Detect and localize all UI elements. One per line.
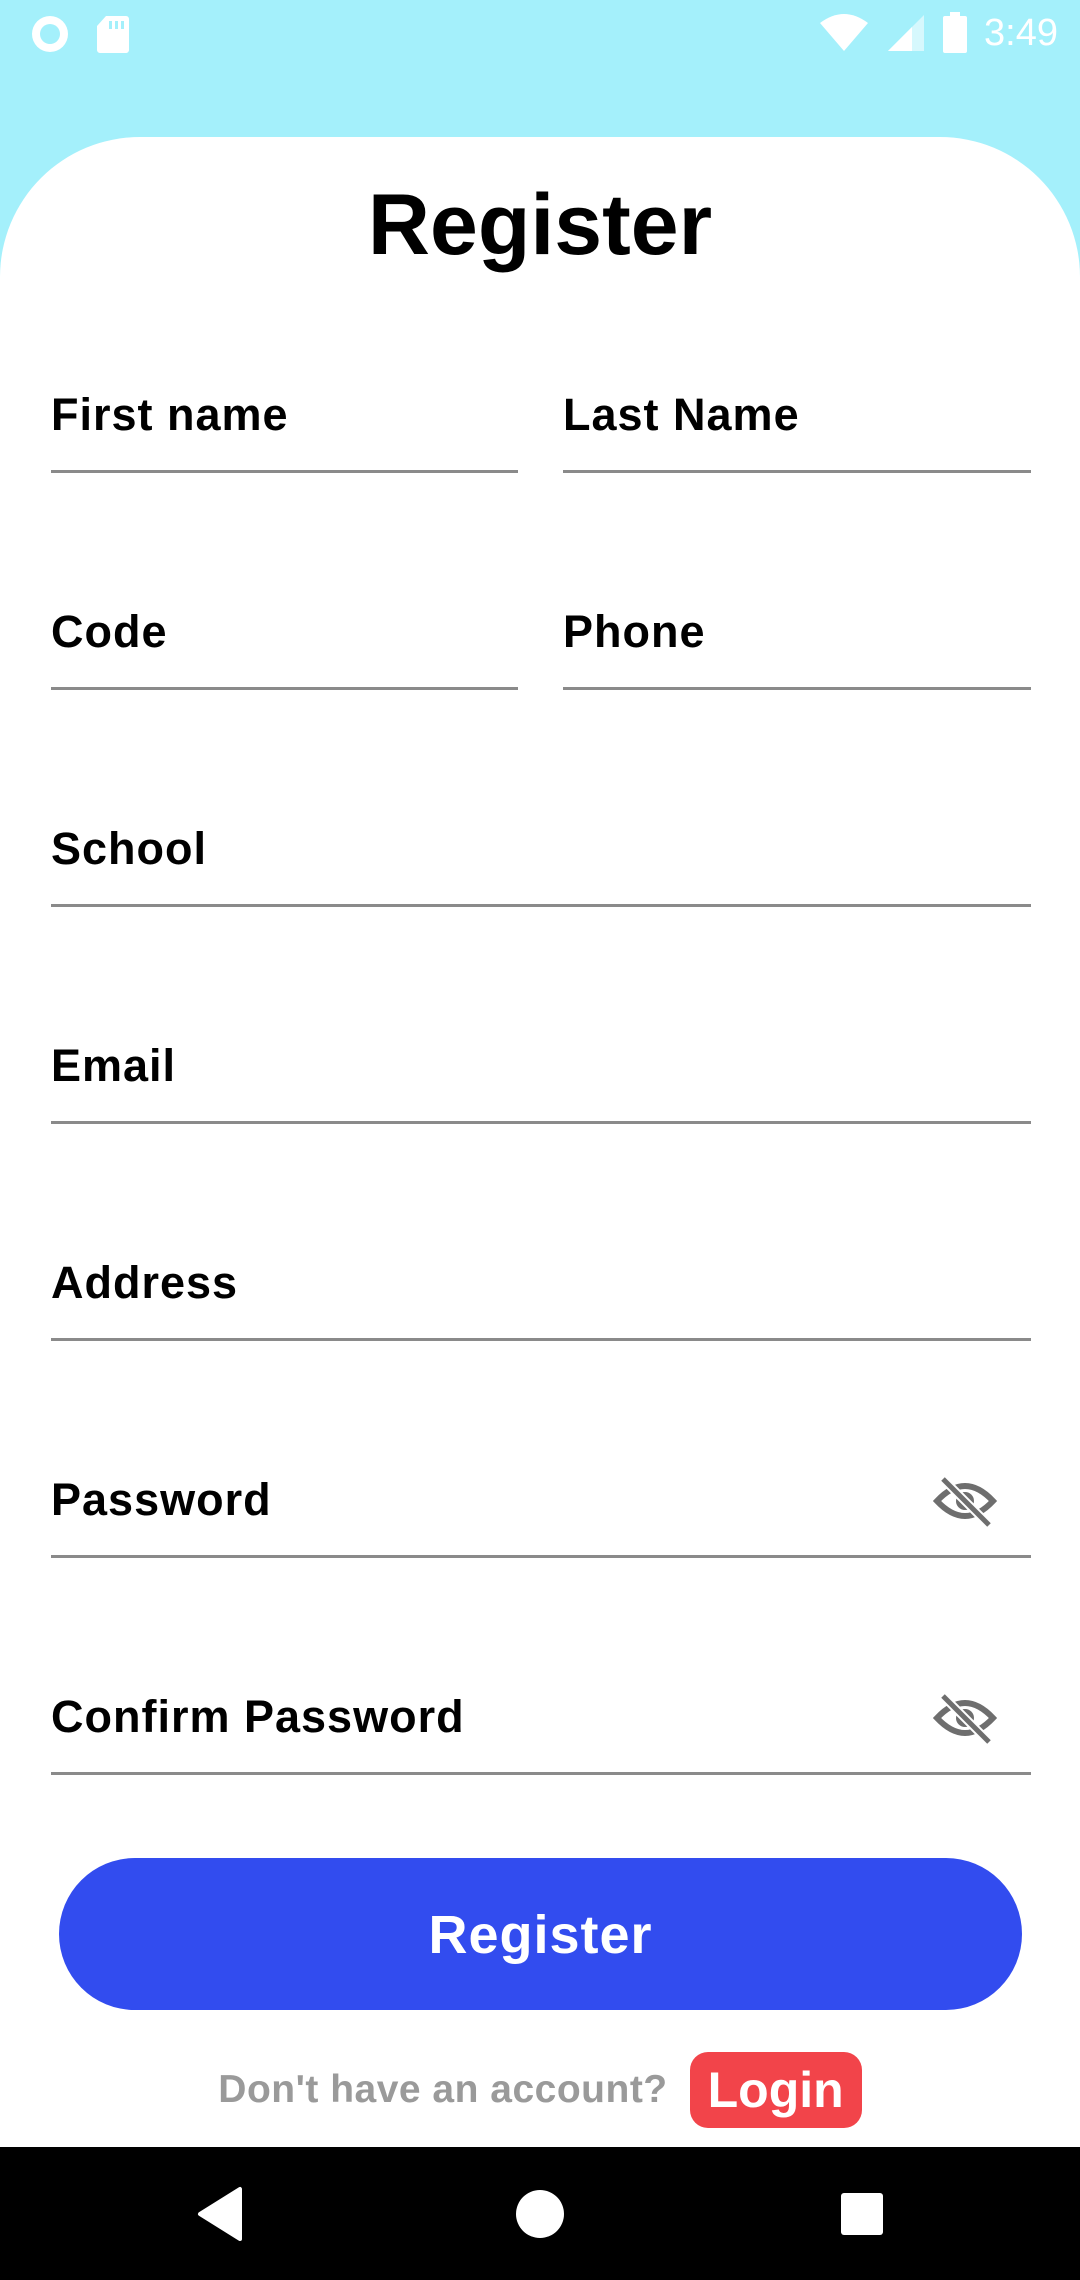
eye-off-icon[interactable] — [933, 1475, 997, 1527]
navigation-bar — [0, 2147, 1080, 2280]
status-left-icons — [30, 14, 130, 54]
status-clock: 3:49 — [984, 12, 1058, 54]
last-name-field[interactable]: Last Name — [563, 380, 1031, 473]
address-field[interactable]: Address — [51, 1248, 1031, 1341]
code-field[interactable]: Code — [51, 597, 518, 690]
wifi-icon — [820, 14, 869, 51]
code-label: Code — [51, 606, 168, 657]
register-button[interactable]: Register — [59, 1858, 1022, 2010]
password-label: Password — [51, 1474, 272, 1525]
first-name-field[interactable]: First name — [51, 380, 518, 473]
login-link[interactable]: Login — [689, 2052, 862, 2128]
address-label: Address — [51, 1257, 239, 1308]
school-field[interactable]: School — [51, 814, 1031, 907]
email-label: Email — [51, 1040, 177, 1091]
status-bar: 3:49 — [0, 0, 1080, 66]
home-icon[interactable] — [511, 2185, 569, 2243]
battery-icon — [943, 12, 968, 53]
confirm-password-label: Confirm Password — [51, 1691, 465, 1742]
page-title: Register — [367, 177, 713, 273]
record-icon — [32, 16, 68, 52]
eye-off-icon[interactable] — [933, 1692, 997, 1744]
signal-icon — [888, 15, 925, 51]
password-field[interactable]: Password — [51, 1465, 1031, 1558]
school-label: School — [51, 823, 208, 874]
email-field[interactable]: Email — [51, 1031, 1031, 1124]
last-name-label: Last Name — [563, 389, 800, 440]
phone-field[interactable]: Phone — [563, 597, 1031, 690]
screen: 3:49 Register First name Last Name Code … — [0, 0, 1080, 2280]
back-icon[interactable] — [192, 2185, 250, 2243]
recents-icon[interactable] — [833, 2185, 891, 2243]
sd-card-icon — [97, 16, 129, 53]
login-prompt-row: Don't have an account? Login — [0, 2052, 1080, 2128]
confirm-password-field[interactable]: Confirm Password — [51, 1682, 1031, 1775]
status-right-icons: 3:49 — [818, 10, 1058, 56]
phone-label: Phone — [563, 606, 706, 657]
account-prompt: Don't have an account? — [218, 2068, 668, 2111]
first-name-label: First name — [51, 389, 289, 440]
